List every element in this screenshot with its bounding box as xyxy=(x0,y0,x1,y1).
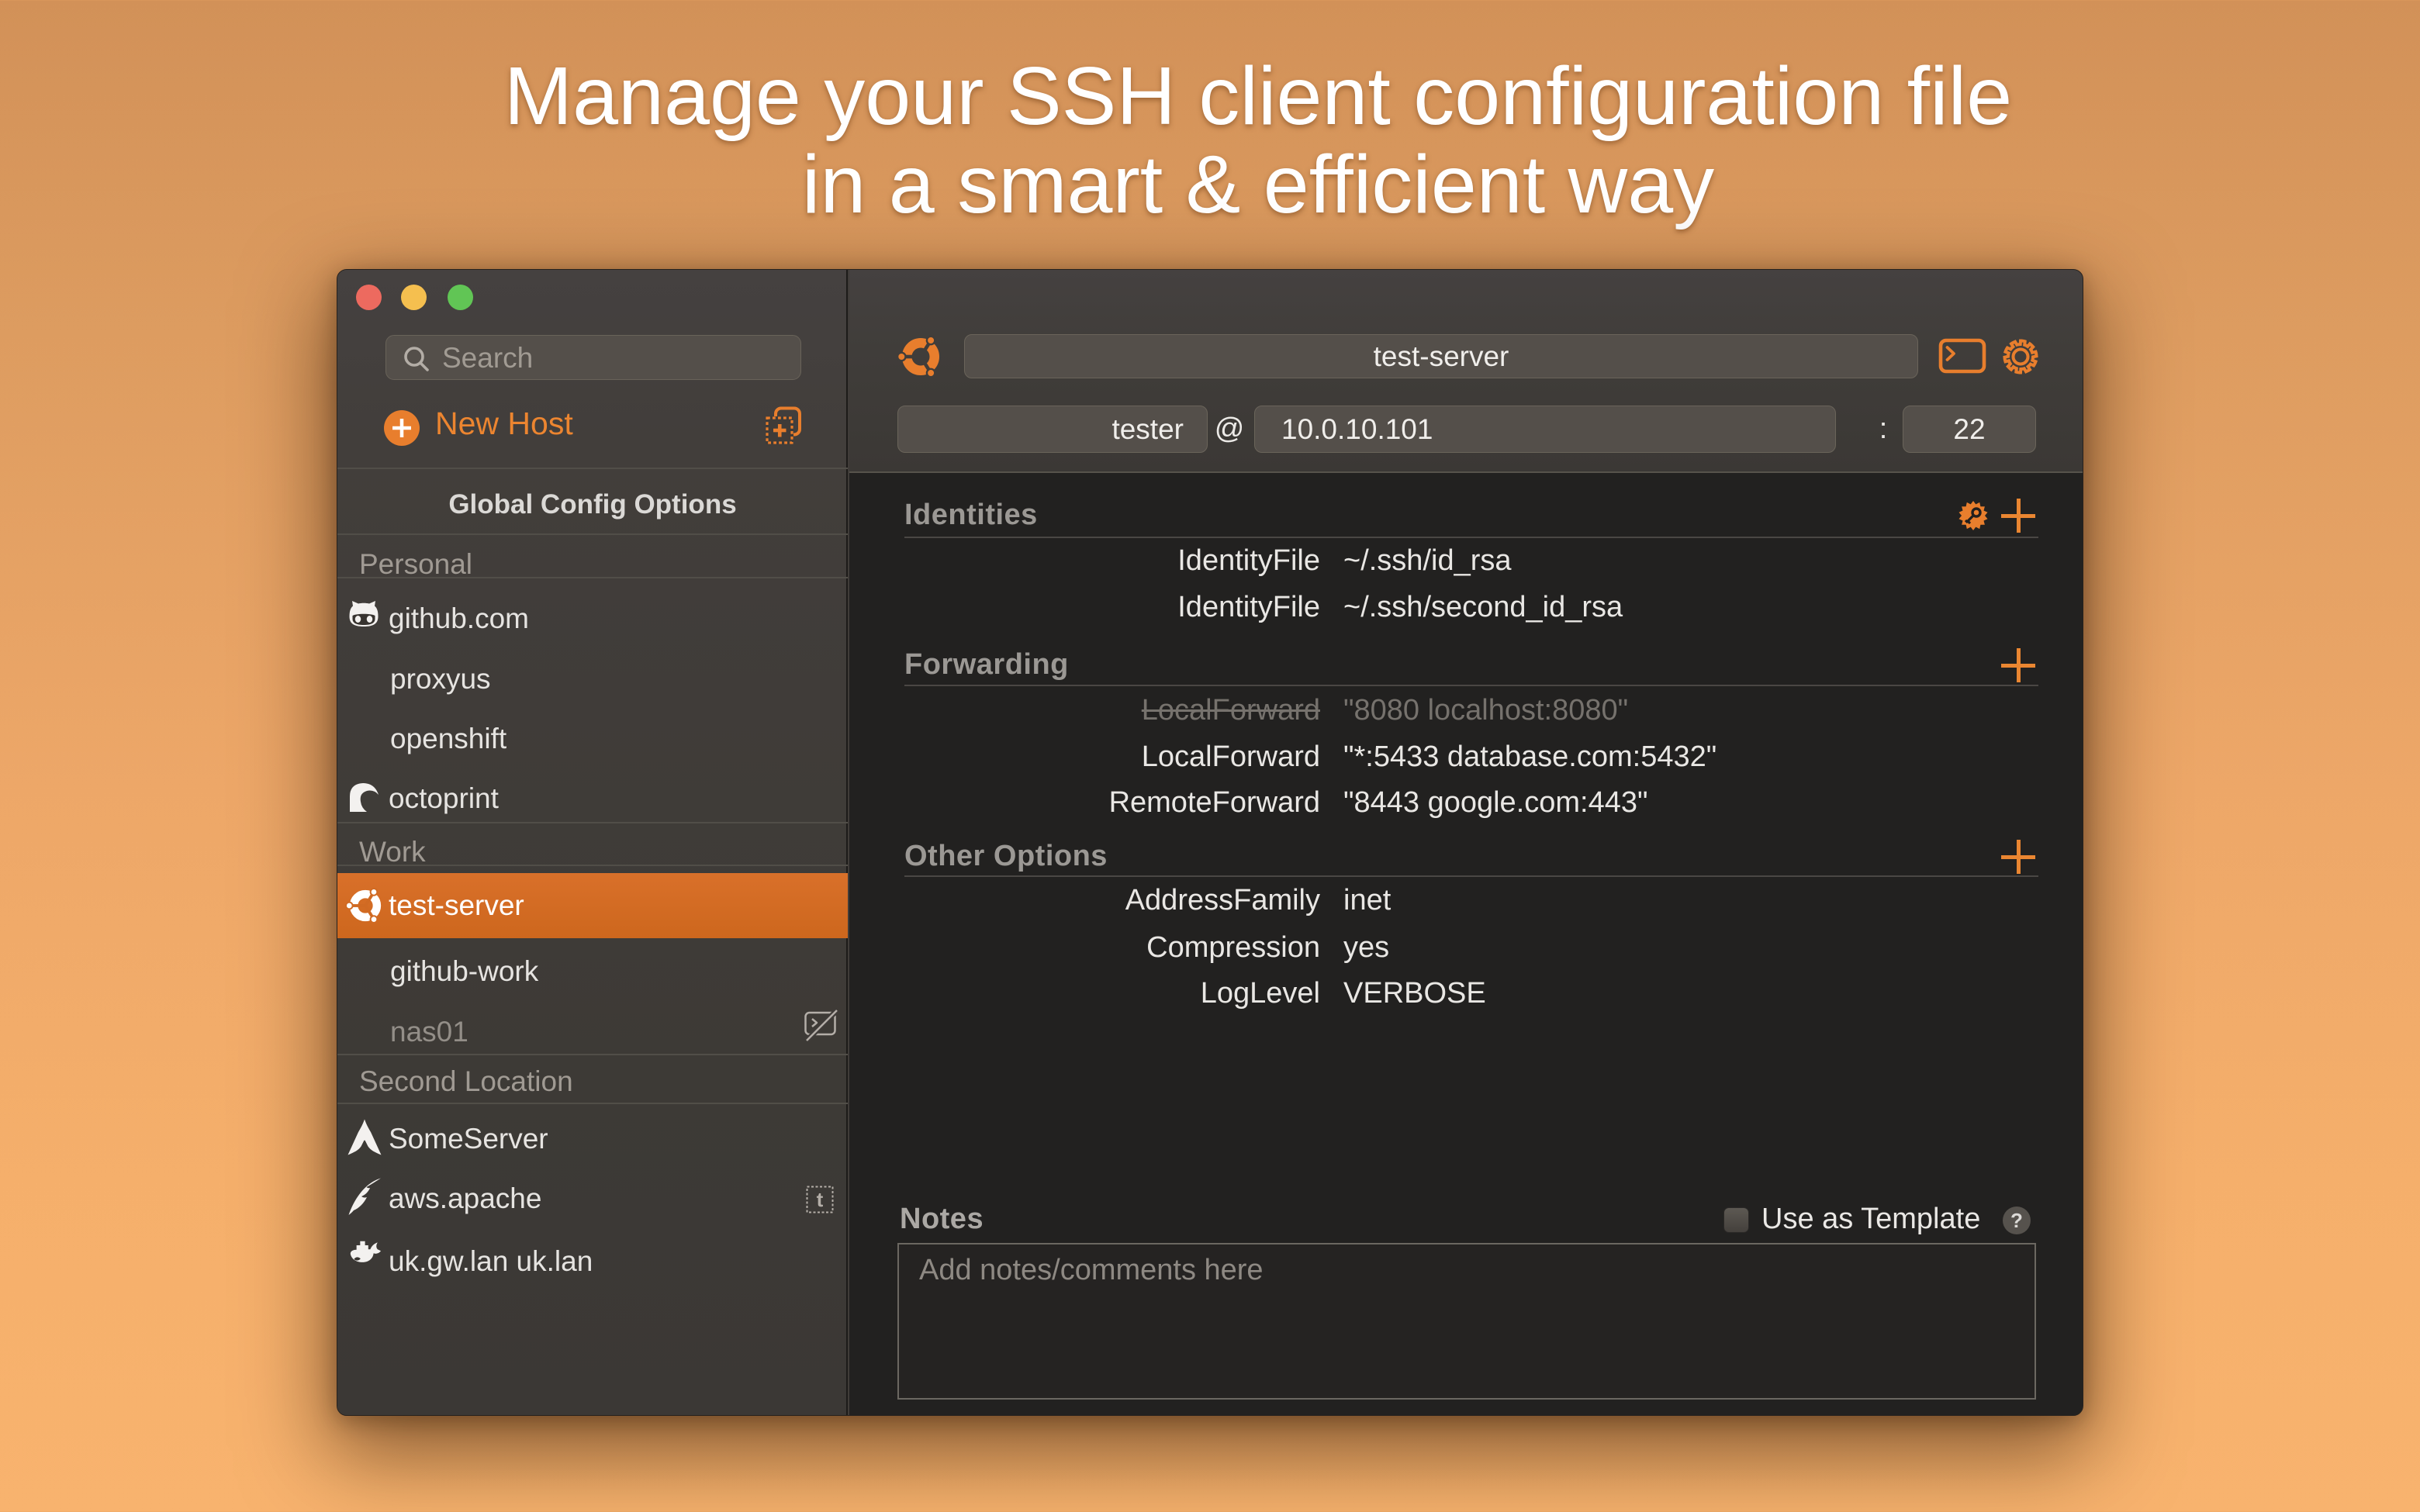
svg-text:t: t xyxy=(817,1188,824,1211)
